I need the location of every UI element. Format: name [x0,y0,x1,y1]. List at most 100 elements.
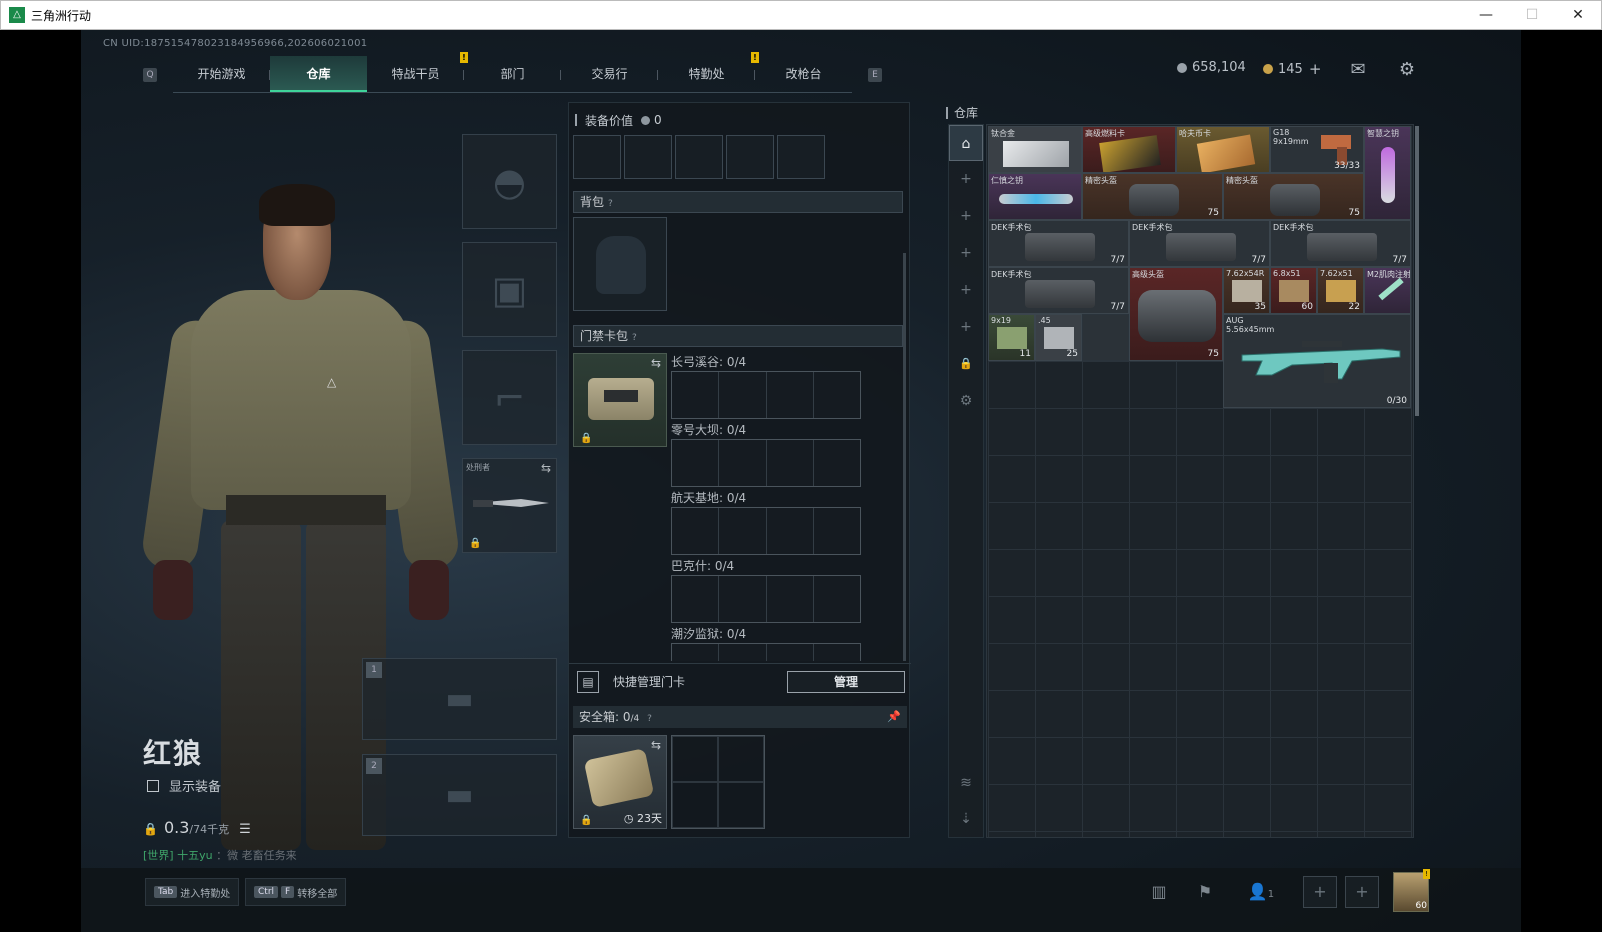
item-dek-surgery-kit[interactable]: DEK手术包 7/7 [988,220,1129,267]
equip-value-label: 装备价值 [585,113,634,128]
map-card-grid[interactable] [671,371,861,419]
swap-icon[interactable]: ⇆ [651,356,661,370]
warehouse-tab-add[interactable]: + [949,161,983,197]
rig-cell[interactable] [573,135,621,179]
item-m2-injector[interactable]: M2肌肉注射 [1364,267,1411,314]
flag-icon[interactable]: ⚑ [1193,880,1217,904]
tab-trade[interactable]: 交易行 [561,56,658,92]
swap-icon[interactable]: ⇆ [541,461,551,475]
item-precision-helmet[interactable]: 精密头盔 75 [1082,173,1223,220]
friends-icon[interactable]: 👤1 [1241,880,1281,904]
show-equipment-checkbox[interactable] [147,779,159,792]
backpack-slot[interactable] [573,217,667,311]
warehouse-tab-add[interactable]: + [949,235,983,271]
show-equipment-toggle[interactable]: 显示装备 [147,776,221,795]
warehouse-grid[interactable]: 钛合金 高级燃料卡 哈夫币卡 G18 9x19mm 33/33 智慧之钥 仁慎之… [986,124,1414,838]
tab-special-ops[interactable]: 特勤处! [658,52,759,92]
help-icon[interactable]: ? [632,333,637,343]
nav-prev-key[interactable]: Q [143,67,157,82]
warehouse-tab-main[interactable]: ⌂ [949,125,983,161]
tab-gunsmith[interactable]: 改枪台 [755,56,852,92]
keycard-pack-slot[interactable]: ⇆ 🔒 [573,353,667,447]
map-card-grid[interactable] [671,507,861,555]
party-slot-add[interactable]: + [1345,876,1379,908]
close-button[interactable]: ✕ [1555,1,1601,29]
safebox-count: 0 [622,710,631,724]
rig-cell[interactable] [624,135,672,179]
rig-cell[interactable] [675,135,723,179]
warehouse-tab-settings[interactable]: ⚙ [949,383,983,419]
backpack-header: 背包? [573,191,903,213]
chat-line[interactable]: [世界] 十五yu ：微 老畜任务来 [143,847,297,863]
warehouse-tab-add[interactable]: + [949,309,983,345]
item-ammo-45[interactable]: .45 25 [1035,314,1082,361]
tab-operators[interactable]: 特战干员! [367,52,468,92]
map-card-grid[interactable] [671,643,861,661]
tab-department[interactable]: 部门 [464,56,561,92]
list-icon[interactable]: ☰ [239,822,251,837]
safebox-grid[interactable] [671,735,765,829]
item-ammo-762x51[interactable]: 7.62x51 22 [1317,267,1364,314]
party-slot-add[interactable]: + [1303,876,1337,908]
tab-label: 开始游戏 [197,67,246,81]
item-dek-surgery-kit[interactable]: DEK手术包 7/7 [1129,220,1270,267]
helmet-slot[interactable]: ◓ [462,134,557,229]
pin-icon[interactable]: 📌 [887,706,901,728]
safebox-slot[interactable]: ⇆ 🔒 ◷ 23天 [573,735,667,829]
maximize-button[interactable]: ☐ [1509,1,1555,29]
chest-rig-grid[interactable] [573,135,828,179]
item-precision-helmet[interactable]: 精密头盔 75 [1223,173,1364,220]
item-aug-rifle[interactable]: AUG 5.56x45mm 0/30 [1223,314,1411,408]
manage-button[interactable]: 管理 [787,670,905,693]
item-fuel-card[interactable]: 高级燃料卡 [1082,126,1176,173]
gear-icon[interactable]: ⚙ [1395,58,1419,82]
minimize-button[interactable]: — [1463,1,1509,29]
item-ammo-9x19[interactable]: 9x19 11 [988,314,1035,361]
warehouse-tab-add[interactable]: + [949,272,983,308]
tab-warehouse[interactable]: 仓库 [270,56,367,92]
sort-icon[interactable]: ⇣ [949,801,983,837]
rig-cell[interactable] [726,135,774,179]
warehouse-scrollbar[interactable] [1415,126,1419,416]
mail-icon[interactable]: ✉ [1346,58,1370,82]
map-card-grid[interactable] [671,575,861,623]
safebox-case-icon [583,748,655,808]
help-icon[interactable]: ? [647,714,652,724]
warehouse-tab-add[interactable]: + [949,198,983,234]
delta-currency[interactable]: 145 + [1263,60,1321,78]
window-controls: — ☐ ✕ [1463,1,1601,29]
layers-icon[interactable]: ≋ [949,765,983,801]
empty-cell[interactable] [1082,314,1129,361]
loadout-scrollbar[interactable] [903,253,906,661]
armor-slot[interactable]: ▣ [462,242,557,337]
injector-icon [1378,277,1404,301]
pistol-slot[interactable]: ⌐ [462,350,557,445]
warehouse-tab-locked[interactable]: 🔒 [949,346,983,382]
primary-weapon-slot-1[interactable]: 1 ▬ [362,658,557,740]
hint-enter-special-ops[interactable]: Tab 进入特勤处 [145,878,240,906]
hint-transfer-all[interactable]: Ctrl F 转移全部 [245,878,347,906]
item-titanium-alloy[interactable]: 钛合金 [988,126,1082,173]
item-benevolence-key[interactable]: 仁慎之钥 [988,173,1082,220]
carry-weight: 🔒 0.3 /74千克 ☰ [143,818,251,837]
item-wisdom-key[interactable]: 智慧之钥 [1364,126,1411,220]
swap-icon[interactable]: ⇆ [651,738,661,752]
item-dek-surgery-kit[interactable]: DEK手术包 7/7 [988,267,1129,314]
melee-slot[interactable]: 处刑者 ⇆ 🔒 [462,458,557,553]
map-card-grid[interactable] [671,439,861,487]
tab-start-game[interactable]: 开始游戏 [173,56,270,92]
help-icon[interactable]: ? [608,199,613,209]
item-ammo-762x54r[interactable]: 7.62x54R 35 [1223,267,1270,314]
rig-cell[interactable] [777,135,825,179]
nav-next-key[interactable]: E [868,67,882,82]
item-ammo-68x51[interactable]: 6.8x51 60 [1270,267,1317,314]
item-hafu-card[interactable]: 哈夫币卡 [1176,126,1270,173]
item-advanced-helmet[interactable]: 高级头盔 75 [1129,267,1223,361]
stats-icon[interactable]: ▥ [1147,880,1171,904]
player-avatar[interactable]: ! 60 [1393,869,1430,912]
item-dek-surgery-kit[interactable]: DEK手术包 7/7 [1270,220,1411,267]
item-g18[interactable]: G18 9x19mm 33/33 [1270,126,1364,173]
primary-weapon-slot-2[interactable]: 2 ▬ [362,754,557,836]
add-coin-button[interactable]: + [1309,60,1322,78]
tab-label: 特勤处 [688,67,725,81]
